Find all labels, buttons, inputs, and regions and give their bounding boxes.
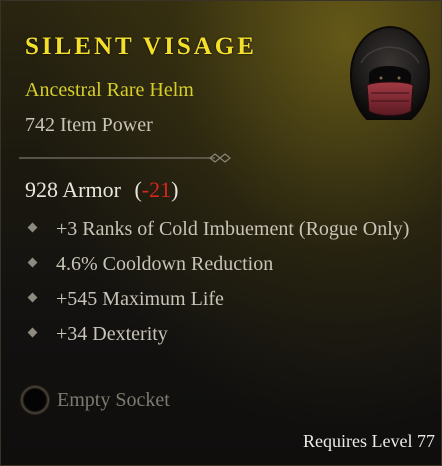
- diamond-bullet-icon: [27, 327, 38, 338]
- armor-open-paren: (: [134, 177, 142, 202]
- divider: [19, 153, 231, 163]
- affix-list: +3 Ranks of Cold Imbuement (Rogue Only) …: [27, 213, 429, 353]
- affix-item: +545 Maximum Life: [27, 283, 429, 315]
- armor-delta: -21: [141, 177, 172, 202]
- item-type: Ancestral Rare Helm: [25, 79, 194, 101]
- affix-text: +3 Ranks of Cold Imbuement (Rogue Only): [56, 218, 410, 240]
- diamond-bullet-icon: [27, 222, 38, 233]
- armor-close-paren: ): [171, 177, 179, 202]
- item-tooltip: SILENT VISAGE Ancestral Rare Helm 742 It…: [0, 0, 442, 466]
- affix-item: 4.6% Cooldown Reduction: [27, 248, 429, 280]
- diamond-bullet-icon: [27, 257, 38, 268]
- diamond-bullet-icon: [27, 292, 38, 303]
- affix-item: +34 Dexterity: [27, 318, 429, 350]
- affix-text: +545 Maximum Life: [56, 288, 224, 310]
- level-requirement: Requires Level 77: [303, 431, 435, 451]
- affix-item: +3 Ranks of Cold Imbuement (Rogue Only): [27, 213, 429, 245]
- armor-value: 928 Armor: [25, 177, 121, 202]
- socket-label: Empty Socket: [57, 388, 170, 411]
- hooded-helm-icon: [349, 25, 431, 120]
- socket-row: Empty Socket: [21, 386, 170, 414]
- affix-text: +34 Dexterity: [56, 323, 168, 345]
- item-name: SILENT VISAGE: [25, 33, 257, 60]
- item-power: 742 Item Power: [25, 114, 153, 136]
- affix-text: 4.6% Cooldown Reduction: [56, 253, 274, 275]
- armor-line: 928 Armor (-21): [25, 177, 178, 203]
- empty-socket-icon: [21, 386, 49, 414]
